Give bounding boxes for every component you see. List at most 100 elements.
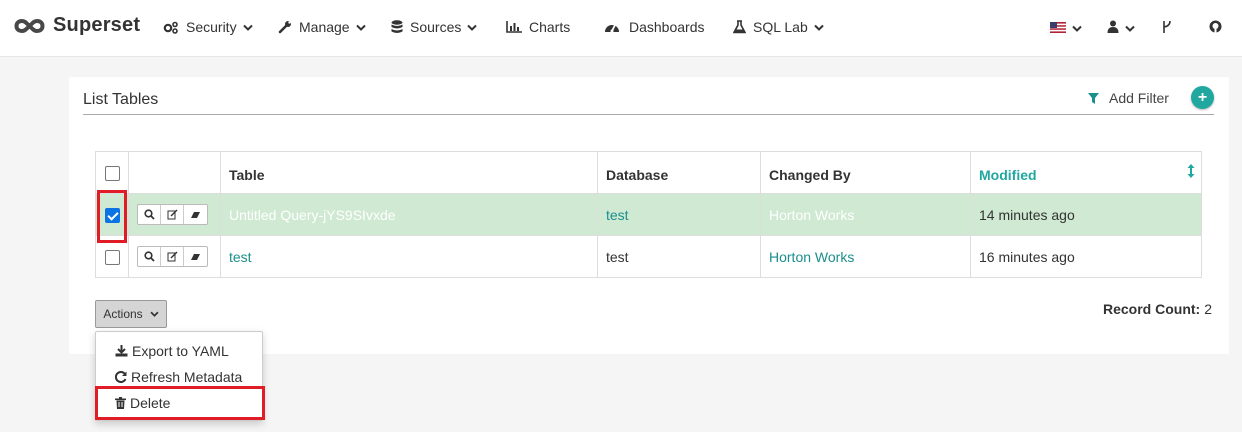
add-filter-label: Add Filter bbox=[1109, 90, 1169, 106]
nav-manage-label: Manage bbox=[299, 19, 350, 35]
row-actions-header bbox=[128, 151, 221, 194]
table-name-link[interactable]: test bbox=[229, 249, 252, 265]
column-header-changed-by[interactable]: Changed By bbox=[760, 151, 971, 194]
delete-record-button[interactable] bbox=[184, 205, 207, 224]
nav-sources-menu[interactable]: Sources bbox=[391, 19, 478, 35]
table-header-row: Table Database Changed By Modified bbox=[95, 151, 1202, 194]
record-count-value: 2 bbox=[1204, 301, 1213, 317]
select-all-checkbox[interactable] bbox=[104, 165, 120, 181]
nav-security-menu[interactable]: Security bbox=[163, 19, 253, 35]
chevron-down-icon bbox=[150, 311, 159, 317]
brand-name: Superset bbox=[53, 14, 141, 36]
add-record-button[interactable]: + bbox=[1191, 86, 1214, 109]
table-row[interactable]: test test Horton Works 16 minutes ago bbox=[95, 235, 1202, 278]
actions-dropdown-button[interactable]: Actions bbox=[95, 300, 167, 328]
nav-sqllab-label: SQL Lab bbox=[753, 19, 808, 35]
nav-sources-label: Sources bbox=[410, 19, 462, 35]
record-count: Record Count: 2 bbox=[1103, 301, 1212, 317]
edit-record-button[interactable] bbox=[161, 205, 184, 224]
chevron-down-icon bbox=[355, 24, 366, 31]
row-action-buttons bbox=[137, 204, 208, 225]
column-header-table[interactable]: Table bbox=[220, 151, 598, 194]
highlight-box-checkbox bbox=[97, 190, 127, 243]
select-all-cell bbox=[95, 151, 129, 194]
nav-manage-menu[interactable]: Manage bbox=[278, 19, 366, 35]
title-divider bbox=[83, 114, 1214, 115]
cogs-icon bbox=[163, 21, 179, 34]
version-link[interactable] bbox=[1162, 20, 1172, 37]
column-header-database[interactable]: Database bbox=[597, 151, 761, 194]
github-icon bbox=[1209, 20, 1222, 36]
cell-modified: 16 minutes ago bbox=[970, 235, 1202, 278]
menu-item-export-yaml[interactable]: Export to YAML bbox=[115, 343, 229, 359]
actions-label: Actions bbox=[103, 307, 143, 321]
flask-icon bbox=[733, 20, 746, 34]
eraser-icon bbox=[191, 254, 200, 260]
record-count-label: Record Count: bbox=[1103, 301, 1201, 317]
show-record-button[interactable] bbox=[138, 205, 161, 224]
table-row[interactable]: Untitled Query-jYS9SIvxde test Horton Wo… bbox=[95, 193, 1202, 236]
database-link[interactable]: test bbox=[606, 207, 629, 223]
row-action-buttons bbox=[137, 246, 208, 267]
table-name-link[interactable]: Untitled Query-jYS9SIvxde bbox=[229, 207, 396, 223]
show-record-button[interactable] bbox=[138, 247, 161, 266]
github-link[interactable] bbox=[1209, 20, 1222, 36]
dashboard-icon bbox=[604, 21, 620, 33]
superset-brand[interactable]: Superset bbox=[14, 14, 140, 37]
add-filter-button[interactable]: Add Filter bbox=[1088, 90, 1169, 106]
changed-by-link[interactable]: Horton Works bbox=[769, 207, 854, 223]
modified-sort-link[interactable]: Modified bbox=[979, 167, 1037, 183]
chevron-down-icon bbox=[1125, 25, 1135, 32]
page-title: List Tables bbox=[83, 91, 159, 108]
cell-table-name: Untitled Query-jYS9SIvxde bbox=[220, 193, 598, 236]
cell-changed-by: Horton Works bbox=[760, 235, 971, 278]
nav-charts-link[interactable]: Charts bbox=[506, 19, 570, 35]
list-tables-panel: List Tables Add Filter + Table Database … bbox=[69, 77, 1229, 354]
chevron-down-icon bbox=[467, 24, 478, 31]
superset-logo-icon bbox=[14, 18, 45, 33]
search-icon bbox=[143, 209, 155, 220]
chevron-down-icon bbox=[1072, 25, 1082, 32]
chevron-down-icon bbox=[242, 24, 253, 31]
row-checkbox[interactable] bbox=[104, 249, 120, 265]
sort-icon[interactable] bbox=[1187, 164, 1195, 181]
chevron-down-icon bbox=[814, 24, 824, 31]
menu-item-label: Refresh Metadata bbox=[131, 369, 243, 385]
nav-dashboards-link[interactable]: Dashboards bbox=[604, 19, 705, 35]
edit-record-button[interactable] bbox=[161, 247, 184, 266]
download-icon bbox=[115, 345, 128, 357]
tables-list: Table Database Changed By Modified Untit… bbox=[95, 151, 1202, 278]
delete-record-button[interactable] bbox=[184, 247, 207, 266]
cell-database: test bbox=[597, 193, 761, 236]
us-flag-icon bbox=[1050, 20, 1066, 36]
search-icon bbox=[143, 251, 155, 262]
nav-dashboards-label: Dashboards bbox=[629, 19, 705, 35]
bar-chart-icon bbox=[506, 21, 522, 33]
cell-changed-by: Horton Works bbox=[760, 193, 971, 236]
menu-item-label: Export to YAML bbox=[132, 343, 229, 359]
refresh-icon bbox=[115, 371, 127, 383]
row-actions-cell bbox=[128, 235, 221, 278]
menu-item-refresh-metadata[interactable]: Refresh Metadata bbox=[115, 369, 242, 385]
eraser-icon bbox=[191, 212, 200, 218]
cell-modified: 14 minutes ago bbox=[970, 193, 1202, 236]
language-menu[interactable] bbox=[1050, 20, 1082, 36]
nav-security-label: Security bbox=[186, 19, 237, 35]
row-actions-cell bbox=[128, 193, 221, 236]
nav-charts-label: Charts bbox=[529, 19, 571, 35]
edit-icon bbox=[167, 251, 177, 262]
edit-icon bbox=[167, 209, 177, 220]
user-menu[interactable] bbox=[1107, 20, 1135, 36]
database-icon bbox=[391, 20, 403, 34]
top-navbar: Superset Security Manage Sources Charts … bbox=[0, 0, 1242, 57]
wrench-icon bbox=[278, 20, 292, 34]
changed-by-link[interactable]: Horton Works bbox=[769, 249, 854, 265]
highlight-box-delete bbox=[95, 386, 265, 420]
nav-sqllab-menu[interactable]: SQL Lab bbox=[733, 19, 824, 35]
cell-table-name: test bbox=[220, 235, 598, 278]
filter-icon bbox=[1088, 92, 1099, 104]
code-fork-icon bbox=[1162, 20, 1172, 37]
user-icon bbox=[1107, 20, 1119, 36]
column-header-modified[interactable]: Modified bbox=[970, 151, 1202, 194]
cell-database: test bbox=[597, 235, 761, 278]
